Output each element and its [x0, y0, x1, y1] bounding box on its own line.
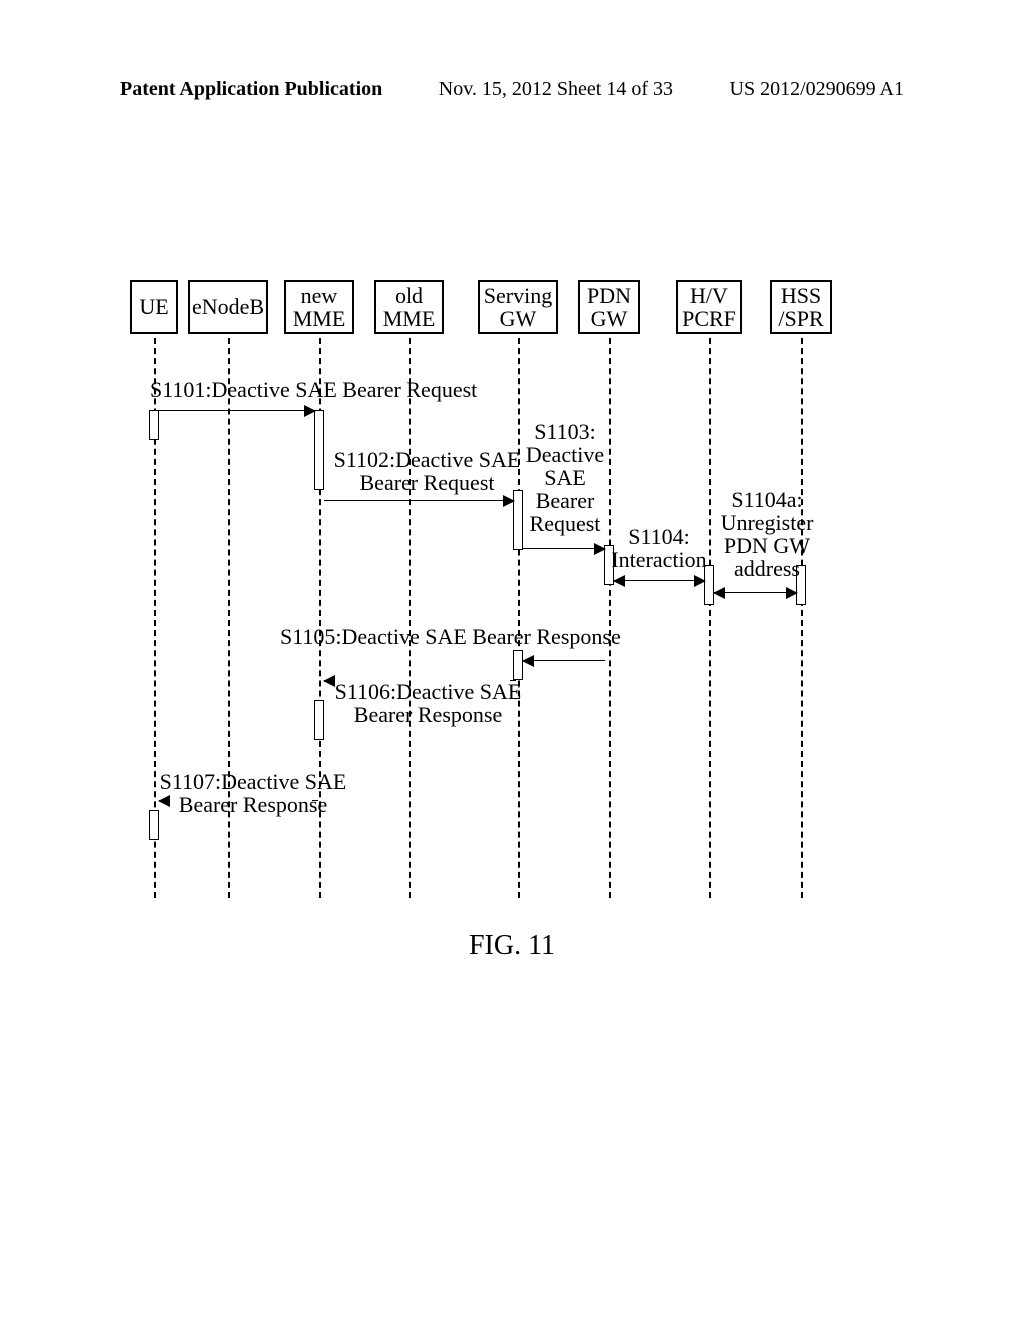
lifeline-enodeb: eNodeB — [188, 280, 268, 334]
lifeline-serving-gw-label: Serving GW — [484, 284, 552, 330]
msg-s1103-label: S1103: Deactive SAE Bearer Request — [520, 420, 610, 535]
msg-s1101-label: S1101:Deactive SAE Bearer Request — [150, 378, 477, 401]
lifeline-old-mme: old MME — [374, 280, 444, 334]
msg-s1106-label: S1106:Deactive SAE Bearer Response — [328, 680, 528, 726]
msg-s1101-arrow — [159, 410, 315, 411]
lifeline-line-hss — [801, 338, 803, 898]
msg-s1105-arrow — [523, 660, 605, 661]
lifeline-hss: HSS /SPR — [770, 280, 832, 334]
lifeline-enodeb-label: eNodeB — [192, 295, 264, 318]
activation-newmme-2 — [314, 700, 324, 740]
msg-s1107-arrow-seg-l — [159, 800, 165, 801]
header-left: Patent Application Publication — [120, 78, 382, 101]
lifeline-old-mme-label: old MME — [383, 284, 436, 330]
msg-s1104-arrow — [614, 580, 705, 581]
lifeline-line-old-mme — [409, 338, 411, 898]
lifeline-serving-gw: Serving GW — [478, 280, 558, 334]
lifeline-pcrf-label: H/V PCRF — [682, 284, 736, 330]
header-right: US 2012/0290699 A1 — [730, 78, 904, 101]
msg-s1103-arrow — [523, 548, 605, 549]
page-header: Patent Application Publication Nov. 15, … — [0, 78, 1024, 101]
figure-caption: FIG. 11 — [0, 930, 1024, 962]
msg-s1105-label: S1105:Deactive SAE Bearer Response — [280, 625, 621, 648]
lifeline-new-mme: new MME — [284, 280, 354, 334]
sequence-diagram: UE eNodeB new MME old MME Serving GW PDN… — [130, 280, 900, 920]
msg-s1106-arrow-seg-l — [324, 680, 330, 681]
msg-s1107-arrow-seg-r — [312, 800, 318, 801]
activation-ue-1 — [149, 410, 159, 440]
lifeline-hss-label: HSS /SPR — [778, 284, 823, 330]
msg-s1102-label: S1102:Deactive SAE Bearer Request — [332, 448, 522, 494]
msg-s1102-arrow — [324, 500, 514, 501]
lifeline-ue-label: UE — [139, 295, 168, 318]
msg-s1104-label: S1104: Interaction — [608, 525, 710, 571]
lifeline-new-mme-label: new MME — [293, 284, 346, 330]
msg-s1107-label: S1107:Deactive SAE Bearer Response — [158, 770, 348, 816]
msg-s1104a-label: S1104a: Unregister PDN GW address — [712, 488, 822, 580]
lifeline-line-pcrf — [709, 338, 711, 898]
msg-s1106-arrow-seg-r — [510, 680, 516, 681]
lifeline-pdn-gw-label: PDN GW — [587, 284, 631, 330]
lifeline-ue: UE — [130, 280, 178, 334]
lifeline-pdn-gw: PDN GW — [578, 280, 640, 334]
lifeline-pcrf: H/V PCRF — [676, 280, 742, 334]
header-center: Nov. 15, 2012 Sheet 14 of 33 — [439, 78, 673, 101]
activation-newmme-1 — [314, 410, 324, 490]
msg-s1104a-arrow — [714, 592, 797, 593]
